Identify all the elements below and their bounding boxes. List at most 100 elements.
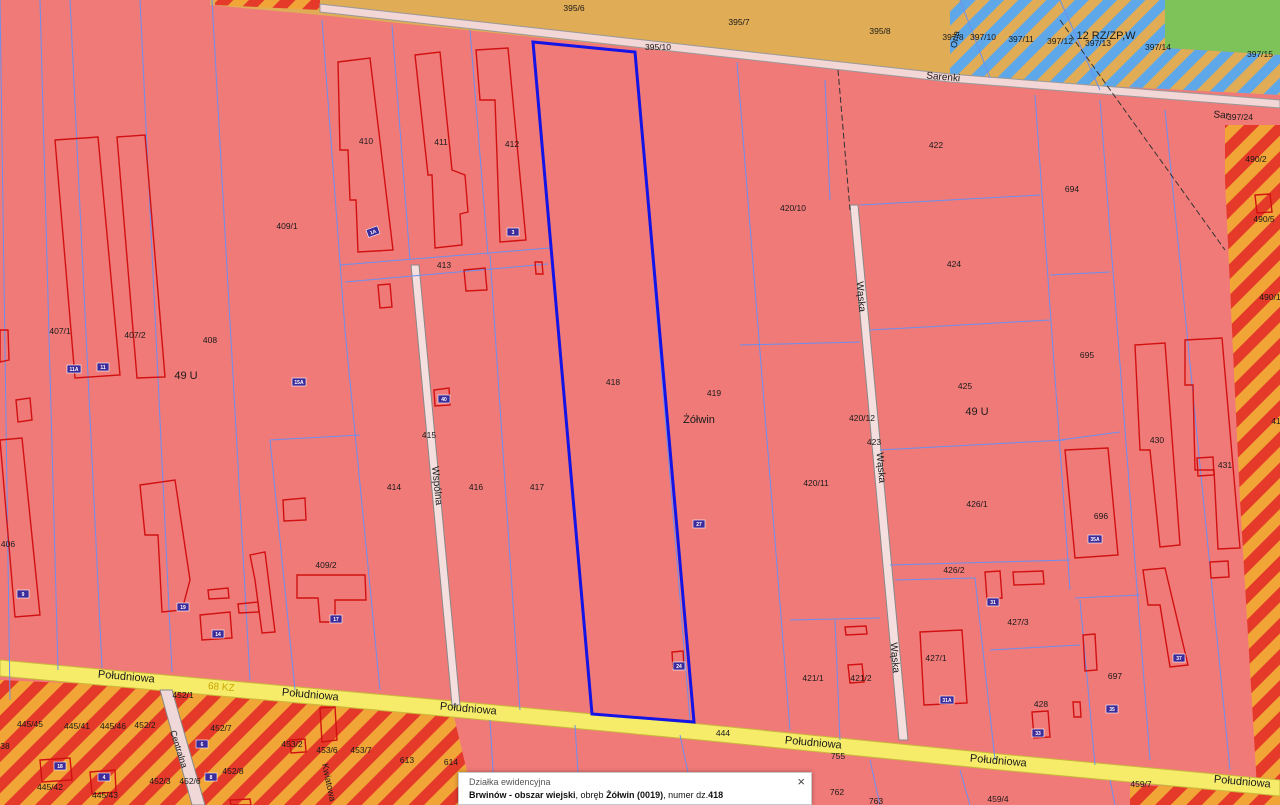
parcel-label: 422 (929, 140, 943, 150)
zone-label: 49 U (965, 406, 988, 418)
parcel-label: 426/1 (966, 499, 988, 509)
parcel-label: 452/8 (222, 766, 244, 776)
parcel-label: 445/43 (92, 790, 118, 800)
house-number: 9 (22, 592, 25, 598)
parcel-label: 697 (1108, 671, 1122, 681)
parcel-label: 427/3 (1007, 617, 1029, 627)
house-number: 4 (103, 775, 106, 781)
parcel-label: 445/46 (100, 721, 126, 731)
parcel-label: 452/3 (149, 776, 171, 786)
popup-municipality: Brwinów - obszar wiejski (469, 790, 576, 800)
parcel-label: 459/4 (987, 794, 1009, 804)
house-number: 27 (696, 522, 702, 528)
parcel-label: 614 (444, 757, 458, 767)
parcel-label: 411 (434, 137, 448, 147)
popup-precinct: Żółwin (0019) (606, 790, 664, 800)
parcel-label: 426/2 (943, 565, 965, 575)
parcel-label: 453/7 (350, 745, 372, 755)
house-number: 31A (942, 698, 952, 704)
house-number: 11A (70, 367, 79, 373)
parcel-label: 38 (0, 741, 10, 751)
house-number: 6 (201, 742, 204, 748)
parcel-label: 445/45 (17, 719, 43, 729)
parcel-label: 490/2 (1245, 154, 1267, 164)
parcel-label: 420/11 (803, 478, 829, 488)
zone-label: 49 U (174, 370, 197, 382)
parcel-label: 419 (707, 388, 721, 398)
parcel-label: 444 (716, 728, 730, 738)
parcel-label: 407/1 (49, 326, 71, 336)
parcel-label: 406 (1, 539, 15, 549)
parcel-label: 395/10 (645, 42, 671, 52)
parcel-label: 424 (947, 259, 961, 269)
parcel-label: 414 (387, 482, 401, 492)
parcel-label: 397/11 (1008, 34, 1034, 44)
parcel-label: 409/1 (276, 221, 298, 231)
house-number: 15A (294, 380, 304, 386)
parcel-label: 409/2 (315, 560, 337, 570)
house-number: 8 (210, 775, 213, 781)
parcel-label: 417 (530, 482, 544, 492)
parcel-label: 762 (830, 787, 844, 797)
parcel-label: 431 (1218, 460, 1232, 470)
house-number: 19 (180, 605, 186, 611)
parcel-label: 613 (400, 755, 414, 765)
zone-label: 12 RZ/ZP,W (1076, 30, 1136, 42)
house-number: 11 (100, 365, 106, 371)
parcel-label: 416 (469, 482, 483, 492)
parcel-label: 763 (869, 796, 883, 805)
house-number: 35 (1109, 707, 1115, 713)
house-number: 24 (676, 664, 682, 670)
house-number: 40 (441, 397, 447, 403)
house-number: 35A (1090, 537, 1100, 543)
parcel-label: 397/15 (1247, 49, 1273, 59)
map-canvas[interactable]: 1A 3 11A 11 15A 40 9 19 14 17 27 24 35A … (0, 0, 1280, 805)
parcel-label: 695 (1080, 350, 1094, 360)
house-number: 3 (512, 230, 515, 236)
zone-green (1165, 0, 1280, 55)
parcel-label: 452/1 (172, 690, 194, 700)
parcel-label: 420/10 (780, 203, 806, 213)
parcel-label: 397/10 (970, 32, 996, 42)
parcel-label: 421/1 (802, 673, 824, 683)
popup-number: 418 (708, 790, 724, 800)
parcel-label: 397/14 (1145, 42, 1171, 52)
house-number: 31 (990, 600, 996, 606)
parcel-label: 397/24 (1227, 112, 1253, 122)
parcel-info-popup: Działka ewidencyjna Brwinów - obszar wie… (458, 772, 812, 805)
parcel-label: 445/41 (64, 721, 90, 731)
parcel-label: 423 (867, 437, 881, 447)
zone-label: 68 KZ (207, 681, 235, 694)
parcel-label: 452/7 (210, 723, 232, 733)
house-number: 37 (1176, 656, 1182, 662)
parcel-label: 420/12 (849, 413, 875, 423)
parcel-label: 395/7 (728, 17, 750, 27)
house-number: 33 (1035, 731, 1041, 737)
parcel-label: 694 (1065, 184, 1079, 194)
street-label-sarenki: Sar (1213, 109, 1230, 121)
parcel-label: 490/1 (1259, 292, 1280, 302)
parcel-label: 412 (505, 139, 519, 149)
parcel-label: 459/7 (1130, 779, 1152, 789)
close-icon[interactable]: × (797, 775, 805, 789)
popup-precinct-label: , obręb (575, 790, 607, 800)
parcel-label: 453/2 (281, 739, 303, 749)
parcel-label: 696 (1094, 511, 1108, 521)
parcel-label: 408 (203, 335, 217, 345)
popup-number-label: , numer dz. (663, 790, 709, 800)
parcel-label: 445/42 (37, 782, 63, 792)
parcel-label: 755 (831, 751, 845, 761)
parcel-label: 415 (422, 430, 436, 440)
parcel-label: 410 (359, 136, 373, 146)
parcel-label: 427/1 (925, 653, 947, 663)
parcel-label: 41 (1271, 416, 1280, 426)
parcel-label: 430 (1150, 435, 1164, 445)
parcel-label: 395/6 (563, 3, 585, 13)
house-number: 17 (333, 617, 339, 623)
parcel-label: 397/12 (1047, 36, 1073, 46)
parcel-label: 452/6 (179, 776, 201, 786)
parcel-label: 395/8 (869, 26, 891, 36)
parcel-label: 425 (958, 381, 972, 391)
parcel-label: 407/2 (124, 330, 146, 340)
house-number: 14 (215, 632, 221, 638)
